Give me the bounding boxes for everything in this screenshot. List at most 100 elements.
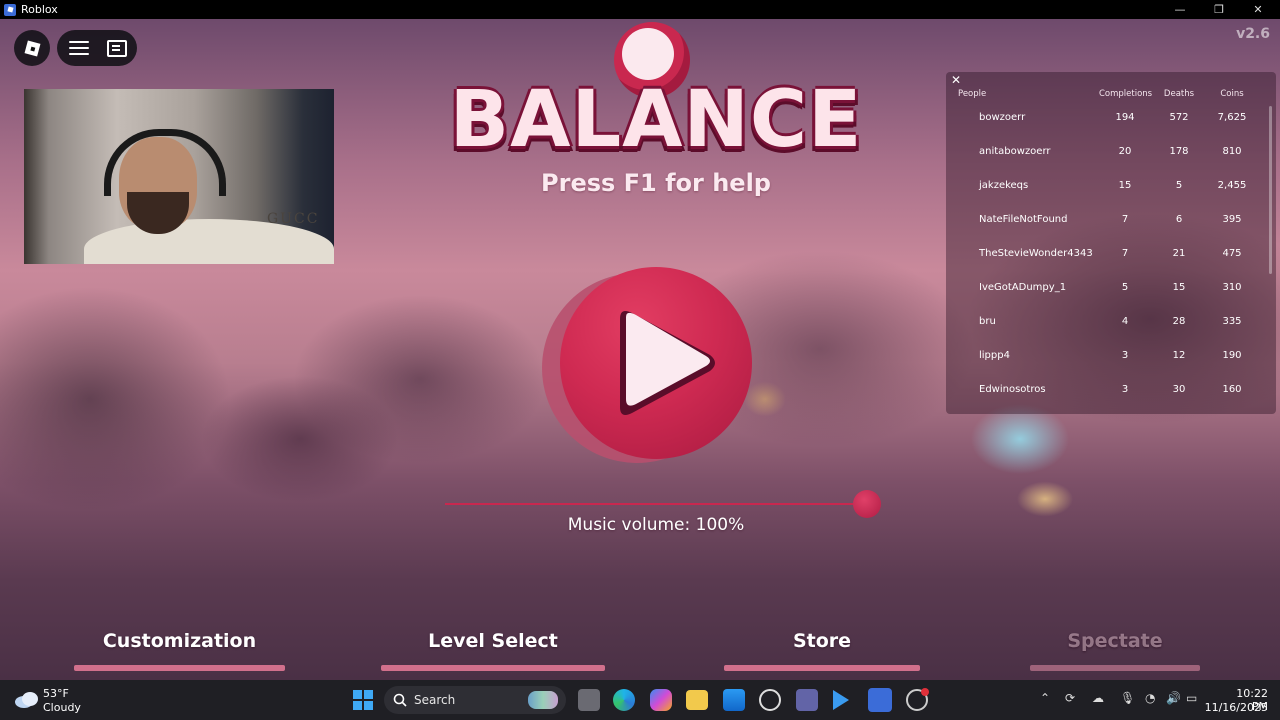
- minimize-button[interactable]: —: [1162, 0, 1198, 19]
- store-button[interactable]: Store: [724, 617, 920, 671]
- leaderboard-row[interactable]: bru 4 28 335: [946, 306, 1266, 340]
- player-deaths: 6: [1175, 214, 1183, 225]
- player-completions: 7: [1121, 248, 1129, 259]
- music-volume-label: Music volume: 100%: [567, 515, 745, 535]
- cloud-weather-icon[interactable]: [14, 689, 40, 709]
- player-name: anitabowzoerr: [979, 146, 1051, 157]
- teams-icon[interactable]: [796, 689, 818, 711]
- music-volume-track[interactable]: [445, 503, 867, 505]
- player-deaths: 28: [1172, 316, 1186, 327]
- version-label: v2.6: [1236, 26, 1270, 42]
- roblox-app-icon: [4, 3, 16, 16]
- player-name: TheStevieWonder4343: [979, 248, 1093, 259]
- search-icon: [393, 693, 407, 707]
- col-completions: Completions: [1099, 89, 1153, 99]
- player-coins: 335: [1222, 316, 1242, 327]
- spectate-label: Spectate: [1067, 630, 1163, 652]
- player-name: bru: [979, 316, 996, 327]
- weather-desc: Cloudy: [43, 701, 81, 714]
- help-text: Press F1 for help: [541, 169, 771, 197]
- player-name: NateFileNotFound: [979, 214, 1068, 225]
- player-coins: 475: [1222, 248, 1242, 259]
- player-completions: 4: [1121, 316, 1129, 327]
- music-volume-knob[interactable]: [853, 490, 881, 518]
- wifi-icon[interactable]: ◔: [1145, 691, 1155, 705]
- button-underline: [1030, 665, 1200, 671]
- leaderboard-row[interactable]: bowzoerr 194 572 7,625: [946, 102, 1266, 136]
- hamburger-menu-icon[interactable]: [69, 41, 89, 55]
- play-icon[interactable]: [833, 690, 849, 710]
- spectate-button[interactable]: Spectate: [1030, 617, 1200, 671]
- roblox-icon[interactable]: [868, 688, 892, 712]
- cloud-off-icon[interactable]: ☁: [1092, 691, 1104, 705]
- store-icon[interactable]: [723, 689, 745, 711]
- player-coins: 190: [1222, 350, 1242, 361]
- player-completions: 15: [1118, 180, 1132, 191]
- game-viewport: GUCC v2.6 BALANCE Press F1 for help Musi…: [0, 19, 1280, 680]
- leaderboard-row[interactable]: jakzekeqs 15 5 2,455: [946, 170, 1266, 204]
- volume-icon[interactable]: 🔊: [1166, 691, 1181, 705]
- player-coins: 395: [1222, 214, 1242, 225]
- player-deaths: 178: [1169, 146, 1189, 157]
- roblox-logo-icon: [24, 40, 40, 56]
- player-deaths: 30: [1172, 384, 1186, 395]
- leaderboard-scrollbar[interactable]: [1269, 106, 1272, 274]
- player-coins: 2,455: [1217, 180, 1247, 191]
- player-coins: 810: [1222, 146, 1242, 157]
- search-placeholder: Search: [414, 693, 456, 707]
- leaderboard-row[interactable]: anitabowzoerr 20 178 810: [946, 136, 1266, 170]
- player-completions: 3: [1121, 350, 1129, 361]
- col-deaths: Deaths: [1163, 89, 1195, 99]
- weather-temp: 53°F: [43, 687, 69, 700]
- play-icon: [620, 311, 715, 415]
- leaderboard-row[interactable]: Edwinosotros 3 30 160: [946, 374, 1266, 408]
- leaderboard-row[interactable]: IveGotADumpy_1 5 15 310: [946, 272, 1266, 306]
- leaderboard-row[interactable]: TheStevieWonder4343 7 21 475: [946, 238, 1266, 272]
- window-titlebar: Roblox — ❐ ✕: [0, 0, 1280, 19]
- leaderboard-close-icon[interactable]: ✕: [950, 73, 962, 87]
- player-deaths: 5: [1175, 180, 1183, 191]
- player-completions: 7: [1121, 214, 1129, 225]
- file-explorer-icon[interactable]: [686, 690, 708, 710]
- customization-label: Customization: [102, 630, 257, 652]
- leaderboard-row[interactable]: lippp4 3 12 190: [946, 340, 1266, 374]
- topbar-pill: [57, 30, 137, 66]
- player-deaths: 572: [1169, 112, 1189, 123]
- mic-icon[interactable]: 🎙: [1120, 691, 1135, 705]
- windows-start-icon[interactable]: [352, 689, 374, 711]
- leaderboard: ✕ People Completions Deaths Coins bowzoe…: [946, 72, 1276, 414]
- player-coins: 310: [1222, 282, 1242, 293]
- search-highlight-icon: [528, 691, 558, 709]
- player-name: IveGotADumpy_1: [979, 282, 1067, 293]
- button-underline: [74, 665, 285, 671]
- copilot-icon[interactable]: [650, 689, 672, 711]
- customization-button[interactable]: Customization: [74, 617, 285, 671]
- player-deaths: 15: [1172, 282, 1186, 293]
- player-coins: 160: [1222, 384, 1242, 395]
- game-title: BALANCE: [449, 75, 863, 165]
- player-deaths: 12: [1172, 350, 1186, 361]
- level-select-label: Level Select: [428, 630, 558, 652]
- player-completions: 194: [1115, 112, 1135, 123]
- window-title: Roblox: [21, 3, 58, 16]
- store-label: Store: [792, 630, 852, 652]
- leaderboard-header: People Completions Deaths Coins: [946, 86, 1276, 100]
- roblox-menu-button[interactable]: [14, 30, 50, 66]
- taskbar-search-box[interactable]: Search: [384, 686, 566, 714]
- leaderboard-row[interactable]: NateFileNotFound 7 6 395: [946, 204, 1266, 238]
- task-view-icon[interactable]: [578, 689, 600, 711]
- close-window-button[interactable]: ✕: [1240, 0, 1276, 19]
- play-button[interactable]: [560, 267, 752, 459]
- battery-icon[interactable]: ▭: [1186, 691, 1197, 705]
- clock-date[interactable]: 11/16/2025: [1204, 701, 1268, 714]
- level-select-button[interactable]: Level Select: [381, 617, 605, 671]
- player-completions: 20: [1118, 146, 1132, 157]
- player-completions: 3: [1121, 384, 1129, 395]
- chat-icon[interactable]: [107, 40, 127, 57]
- sync-icon[interactable]: ⟳: [1065, 691, 1075, 705]
- chevron-up-icon[interactable]: ⌃: [1040, 691, 1050, 705]
- edge-icon[interactable]: [613, 689, 635, 711]
- dell-icon[interactable]: [759, 689, 781, 711]
- maximize-button[interactable]: ❐: [1201, 0, 1237, 19]
- player-name: lippp4: [979, 350, 1010, 361]
